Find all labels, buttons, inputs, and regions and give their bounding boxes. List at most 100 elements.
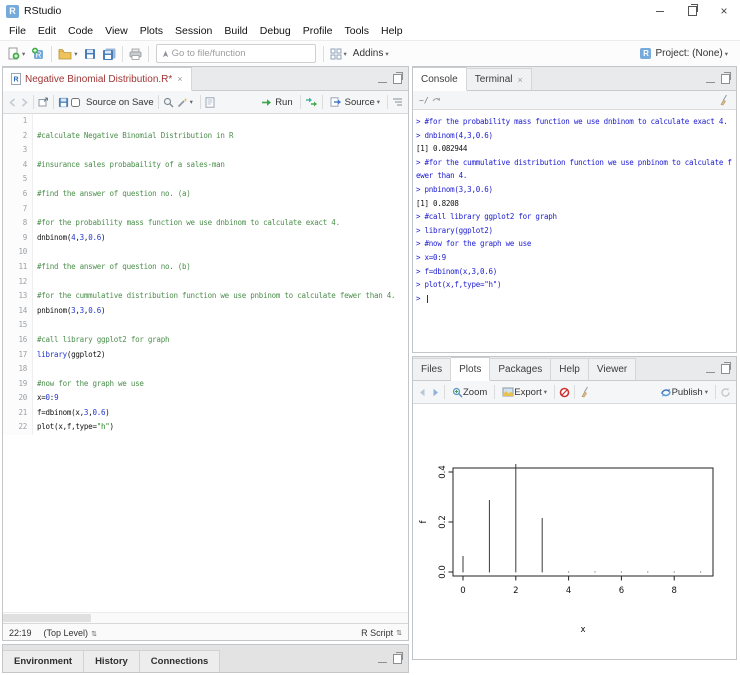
console-line: > #for the probability mass function we … — [416, 117, 728, 126]
code-tools-button[interactable]: ▾ — [174, 92, 196, 112]
menu-plots[interactable]: Plots — [134, 25, 169, 37]
menu-session[interactable]: Session — [169, 25, 218, 37]
document-outline-icon[interactable] — [392, 97, 403, 107]
clear-console-broom-icon[interactable] — [718, 94, 730, 106]
close-tab-icon[interactable]: × — [177, 74, 182, 84]
tab-help[interactable]: Help — [551, 358, 589, 380]
restore-button[interactable] — [676, 0, 708, 22]
forward-icon[interactable] — [20, 97, 29, 107]
print-button[interactable] — [126, 44, 145, 64]
maximize-pane-icon[interactable] — [393, 651, 403, 664]
goto-directory-icon[interactable] — [432, 96, 441, 104]
tab-plots[interactable]: Plots — [451, 357, 491, 381]
code-line: 9 dnbinom(4,3,0.6) — [3, 230, 408, 246]
tab-source-file[interactable]: R Negative Binomial Distribution.R* × — [3, 67, 192, 91]
refresh-icon[interactable] — [720, 387, 731, 398]
source-label: Source — [344, 96, 375, 108]
export-plot-button[interactable]: Export ▾ — [499, 382, 550, 402]
menu-edit[interactable]: Edit — [32, 25, 62, 37]
menu-build[interactable]: Build — [218, 25, 253, 37]
line-number: 13 — [3, 289, 33, 304]
editor-hscrollbar[interactable] — [3, 612, 408, 623]
console-tabstrip: Console Terminal × — [413, 67, 736, 91]
tab-files[interactable]: Files — [413, 358, 452, 380]
plots-toolbar: Zoom Export ▾ Publish ▾ — [413, 381, 736, 404]
source-tab-title: Negative Binomial Distribution.R* — [25, 73, 173, 85]
scope-selector[interactable]: (Top Level) ⇅ — [44, 628, 97, 638]
line-number: 16 — [3, 332, 33, 348]
menu-tools[interactable]: Tools — [338, 25, 375, 37]
tab-console[interactable]: Console — [413, 67, 467, 91]
tab-viewer[interactable]: Viewer — [588, 358, 637, 380]
window-controls: × — [644, 0, 740, 22]
project-icon: R — [640, 48, 652, 59]
addins-grid-icon — [330, 48, 342, 59]
next-plot-icon[interactable] — [431, 388, 440, 397]
source-button[interactable]: Source ▾ — [327, 92, 383, 112]
close-button[interactable]: × — [708, 0, 740, 22]
minimize-pane-icon[interactable] — [378, 659, 387, 663]
minimize-pane-icon[interactable] — [706, 369, 715, 373]
line-number: 11 — [3, 259, 33, 275]
minimize-pane-icon[interactable] — [378, 79, 387, 83]
find-replace-icon[interactable] — [163, 97, 174, 108]
popout-icon[interactable] — [38, 97, 49, 107]
tab-terminal[interactable]: Terminal × — [466, 68, 532, 90]
line-number: 21 — [3, 405, 33, 421]
code-line: 18 — [3, 362, 408, 377]
source-pane: R Negative Binomial Distribution.R* × So… — [2, 66, 409, 641]
project-selector[interactable]: R Project: (None) ▾ — [640, 48, 736, 59]
source-on-save-checkbox[interactable] — [71, 97, 80, 107]
goto-file-input[interactable] — [169, 47, 311, 60]
tab-connections[interactable]: Connections — [139, 649, 221, 672]
publish-button[interactable]: Publish ▾ — [657, 382, 711, 402]
menu-code[interactable]: Code — [62, 25, 99, 37]
code-editor[interactable]: 1 2 #calculate Negative Binomial Distribut… — [3, 114, 408, 612]
line-number: 9 — [3, 230, 33, 246]
new-file-button[interactable]: ▾ — [4, 44, 28, 64]
back-icon[interactable] — [8, 97, 17, 107]
maximize-pane-icon[interactable] — [393, 71, 403, 84]
zoom-plot-button[interactable]: Zoom — [449, 382, 490, 402]
menu-help[interactable]: Help — [375, 25, 409, 37]
console-pane: Console Terminal × ~/ > #for the probabili… — [412, 66, 737, 353]
tab-environment[interactable]: Environment — [3, 649, 85, 672]
menu-profile[interactable]: Profile — [297, 25, 339, 37]
addins-grid-button[interactable]: ▾ — [327, 44, 350, 64]
run-button[interactable]: Run — [258, 92, 295, 112]
minimize-button[interactable] — [644, 0, 676, 22]
minimize-pane-icon[interactable] — [706, 79, 715, 83]
new-project-button[interactable]: R — [28, 44, 48, 64]
goto-file-box — [155, 44, 316, 63]
open-file-button[interactable]: ▾ — [55, 44, 80, 64]
addins-button[interactable]: Addins ▾ — [350, 44, 392, 64]
addins-label: Addins — [352, 48, 384, 59]
menu-file[interactable]: File — [3, 25, 32, 37]
line-number: 20 — [3, 391, 33, 406]
previous-plot-icon[interactable] — [418, 388, 427, 397]
save-all-button[interactable] — [99, 44, 119, 64]
save-button[interactable] — [81, 44, 99, 64]
rerun-icon[interactable] — [305, 97, 318, 107]
run-arrow-icon — [262, 98, 272, 106]
menu-debug[interactable]: Debug — [254, 25, 297, 37]
maximize-pane-icon[interactable] — [721, 361, 731, 374]
new-file-icon — [8, 47, 20, 60]
save-icon[interactable] — [58, 97, 69, 108]
svg-text:x: x — [580, 625, 585, 635]
run-label: Run — [275, 96, 293, 108]
tab-packages[interactable]: Packages — [490, 358, 552, 380]
title-bar: R RStudio × — [0, 0, 740, 22]
clear-all-plots-broom-icon[interactable] — [579, 386, 591, 398]
zoom-magnifier-icon — [452, 387, 463, 397]
remove-plot-icon[interactable] — [559, 387, 570, 398]
compile-report-icon[interactable] — [205, 96, 215, 108]
maximize-pane-icon[interactable] — [721, 71, 731, 84]
scrollbar-thumb[interactable] — [3, 614, 91, 622]
menu-view[interactable]: View — [99, 25, 134, 37]
file-type-selector[interactable]: R Script ⇅ — [361, 628, 402, 638]
tab-history[interactable]: History — [84, 649, 140, 672]
close-tab-icon[interactable]: × — [518, 75, 523, 85]
code-line: 12 — [3, 274, 408, 290]
console-output[interactable]: > #for the probability mass function we … — [413, 110, 736, 305]
